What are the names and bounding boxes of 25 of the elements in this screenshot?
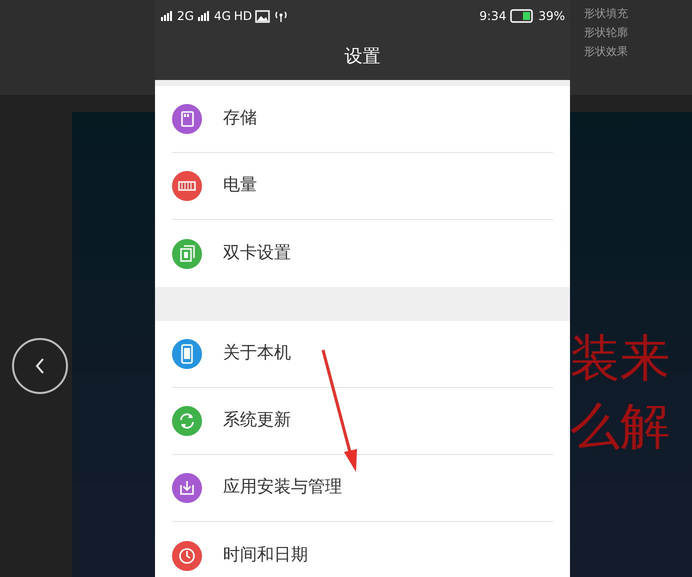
settings-item[interactable]: 电量: [172, 153, 553, 220]
slide-text: 么解: [570, 396, 671, 456]
signal-icon: [160, 10, 174, 22]
settings-item[interactable]: 时间和日期: [172, 522, 553, 577]
settings-item[interactable]: 应用安装与管理: [172, 455, 553, 522]
settings-item[interactable]: 双卡设置: [172, 220, 553, 287]
battery-percent: 39%: [538, 10, 565, 22]
ribbon-item[interactable]: 形状填充: [584, 6, 692, 22]
back-button[interactable]: [12, 338, 68, 394]
hd-indicator: HD: [234, 10, 252, 22]
image-icon: [255, 10, 270, 22]
settings-item[interactable]: 存储: [172, 86, 553, 153]
signal-icon: [196, 10, 211, 22]
settings-item[interactable]: 系统更新: [172, 388, 553, 455]
ribbon-item[interactable]: 形状轮廓: [584, 25, 692, 41]
battery-icon: [510, 9, 534, 23]
hotspot-icon: [273, 10, 290, 22]
screen-title: 设置: [344, 44, 380, 68]
settings-item[interactable]: 关于本机: [172, 321, 553, 388]
network-type: 2G: [177, 10, 194, 22]
ribbon-item[interactable]: 形状效果: [584, 44, 692, 60]
clock-time: 9:34: [479, 10, 506, 22]
network-type: 4G: [214, 10, 231, 22]
chevron-left-icon: [35, 357, 45, 375]
slide-text: 装来: [570, 328, 671, 388]
